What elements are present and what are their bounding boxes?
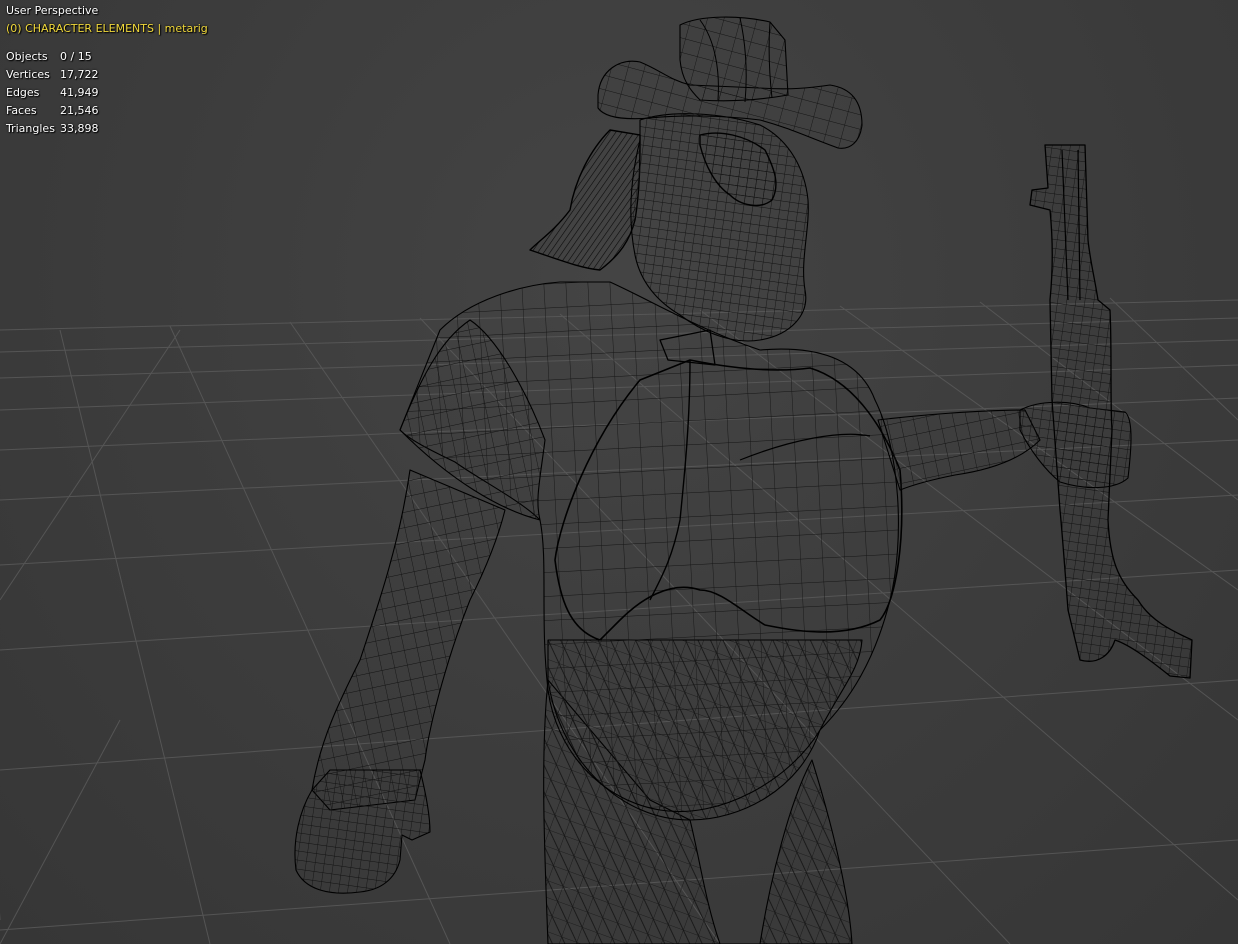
stat-row-triangles: Triangles 33,898 (6, 120, 99, 138)
stat-row-edges: Edges 41,949 (6, 84, 99, 102)
stat-value: 21,546 (60, 104, 99, 117)
view-perspective-label: User Perspective (6, 4, 99, 17)
viewport-info-overlay: User Perspective (0) CHARACTER ELEMENTS … (6, 2, 208, 138)
character-mesh (294, 16, 1193, 944)
stat-row-faces: Faces 21,546 (6, 102, 99, 120)
stat-value: 41,949 (60, 86, 99, 99)
scene-statistics: Objects 0 / 15 Vertices 17,722 Edges 41,… (6, 48, 99, 138)
stat-label: Edges (6, 86, 40, 99)
stat-label: Triangles (6, 122, 55, 135)
stat-value: 33,898 (60, 122, 99, 135)
stat-label: Objects (6, 50, 48, 63)
3d-viewport[interactable]: User Perspective (0) CHARACTER ELEMENTS … (0, 0, 1238, 944)
stat-label: Vertices (6, 68, 50, 81)
active-collection-label: (0) CHARACTER ELEMENTS | metarig (6, 22, 208, 35)
stat-value: 17,722 (60, 68, 99, 81)
stat-label: Faces (6, 104, 37, 117)
stat-row-objects: Objects 0 / 15 (6, 48, 99, 66)
viewport-scene (0, 16, 1238, 944)
stat-row-vertices: Vertices 17,722 (6, 66, 99, 84)
stat-value: 0 / 15 (60, 50, 92, 63)
